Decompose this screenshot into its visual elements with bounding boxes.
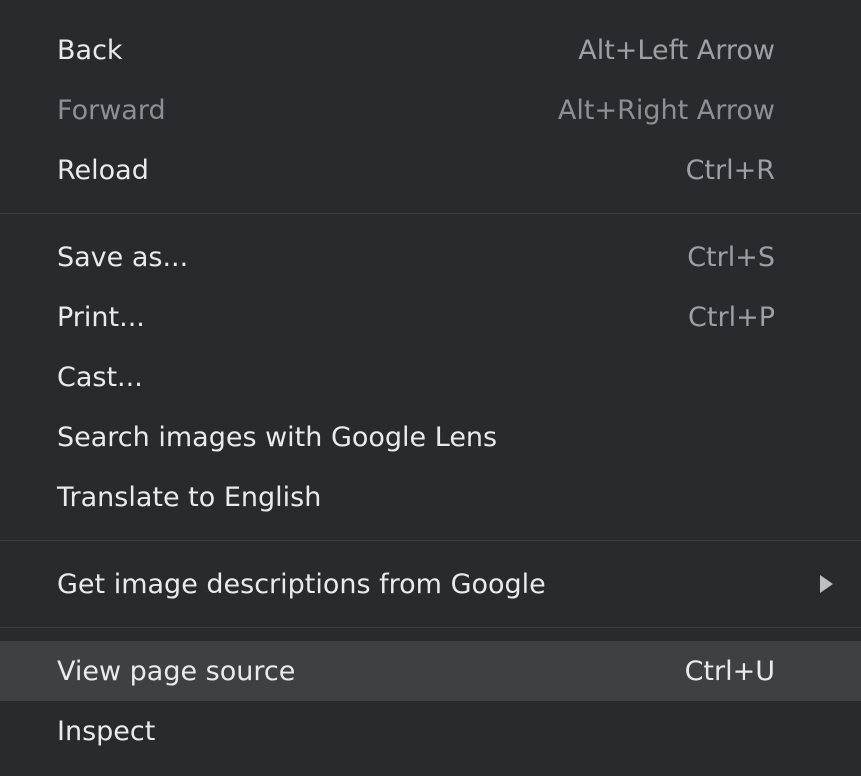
menu-item-shortcut: Alt+Right Arrow (557, 94, 775, 126)
menu-item-label: Translate to English (57, 481, 322, 513)
menu-separator (0, 540, 861, 541)
menu-item-shortcut: Ctrl+U (684, 655, 775, 687)
menu-item-shortcut: Ctrl+S (687, 241, 775, 273)
menu-item-label: Reload (57, 154, 149, 186)
menu-item-inspect[interactable]: Inspect (0, 701, 861, 761)
menu-item-label: Cast... (57, 361, 143, 393)
menu-item-translate[interactable]: Translate to English (0, 467, 861, 527)
menu-item-back[interactable]: Back Alt+Left Arrow (0, 20, 861, 80)
menu-separator (0, 213, 861, 214)
menu-item-label: Forward (57, 94, 166, 126)
chevron-right-icon (820, 575, 833, 593)
menu-item-print[interactable]: Print... Ctrl+P (0, 287, 861, 347)
menu-item-image-descriptions[interactable]: Get image descriptions from Google (0, 554, 861, 614)
menu-item-reload[interactable]: Reload Ctrl+R (0, 140, 861, 200)
menu-item-label: Print... (57, 301, 145, 333)
menu-item-label: Save as... (57, 241, 189, 273)
menu-item-label: Search images with Google Lens (57, 421, 498, 453)
menu-item-shortcut: Alt+Left Arrow (578, 34, 775, 66)
menu-item-search-google-lens[interactable]: Search images with Google Lens (0, 407, 861, 467)
menu-item-forward: Forward Alt+Right Arrow (0, 80, 861, 140)
menu-item-view-page-source[interactable]: View page source Ctrl+U (0, 641, 861, 701)
menu-item-cast[interactable]: Cast... (0, 347, 861, 407)
menu-separator (0, 627, 861, 628)
menu-item-label: View page source (57, 655, 296, 687)
menu-item-label: Back (57, 34, 123, 66)
context-menu: Back Alt+Left Arrow Forward Alt+Right Ar… (0, 0, 861, 776)
menu-item-save-as[interactable]: Save as... Ctrl+S (0, 227, 861, 287)
menu-item-label: Get image descriptions from Google (57, 568, 546, 600)
menu-item-shortcut: Ctrl+R (685, 154, 775, 186)
menu-item-label: Inspect (57, 715, 156, 747)
menu-item-shortcut: Ctrl+P (688, 301, 775, 333)
